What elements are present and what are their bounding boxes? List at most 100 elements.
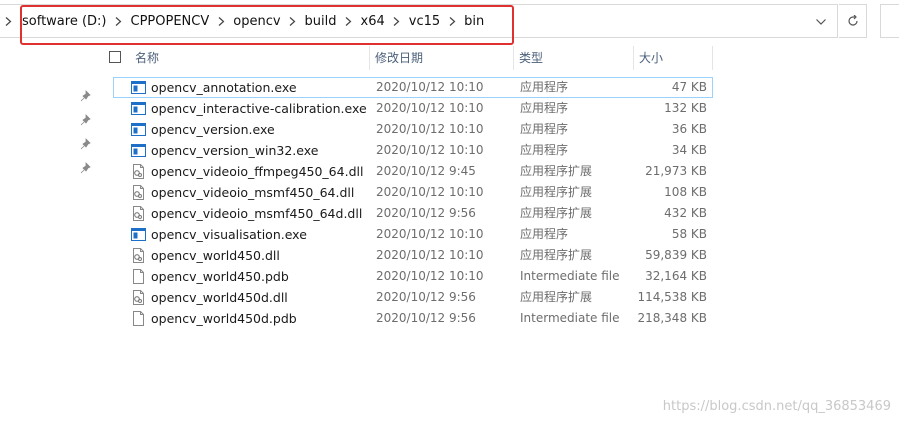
column-divider[interactable] <box>712 46 713 70</box>
file-row[interactable]: opencv_world450.pdb 2020/10/12 10:10 Inter… <box>113 266 713 287</box>
pin-icon[interactable] <box>80 138 92 150</box>
file-type: 应用程序 <box>520 143 569 157</box>
file-modified-date: 2020/10/12 10:10 <box>376 122 484 136</box>
file-name: opencv_videoio_ffmpeg450_64.dll <box>151 164 364 179</box>
file-name: opencv_version.exe <box>151 122 275 137</box>
file-icon <box>131 269 146 284</box>
chevron-right-icon[interactable] <box>113 11 125 31</box>
file-size: 114,538 KB <box>637 290 707 304</box>
exe-icon <box>131 227 146 242</box>
column-header-type[interactable]: 类型 <box>519 46 543 70</box>
chevron-right-icon[interactable] <box>343 11 355 31</box>
dll-icon <box>131 164 146 179</box>
pin-icon[interactable] <box>80 114 92 126</box>
file-modified-date: 2020/10/12 10:10 <box>376 101 484 115</box>
file-size: 218,348 KB <box>637 311 707 325</box>
file-type: 应用程序扩展 <box>520 206 593 220</box>
file-size: 108 KB <box>664 185 707 199</box>
file-modified-date: 2020/10/12 10:10 <box>376 185 484 199</box>
file-size: 59,839 KB <box>645 248 707 262</box>
breadcrumb: software (D:) CPPOPENCV opencv build x64… <box>0 5 490 37</box>
file-modified-date: 2020/10/12 9:45 <box>376 164 476 178</box>
breadcrumb-item-build[interactable]: build <box>299 14 343 29</box>
file-type: 应用程序 <box>520 227 569 241</box>
file-row[interactable]: opencv_world450.dll 2020/10/12 10:10 应用程序扩… <box>113 245 713 266</box>
file-type: 应用程序扩展 <box>520 248 593 262</box>
breadcrumb-item-x64[interactable]: x64 <box>355 14 391 29</box>
file-name: opencv_annotation.exe <box>151 80 297 95</box>
dll-icon <box>131 185 146 200</box>
file-type: 应用程序 <box>520 80 569 94</box>
breadcrumb-item-bin[interactable]: bin <box>458 14 490 29</box>
file-type: 应用程序扩展 <box>520 290 593 304</box>
refresh-button[interactable] <box>839 4 867 38</box>
watermark: https://blog.csdn.net/qq_36853469 <box>662 399 891 414</box>
file-row[interactable]: opencv_version_win32.exe 2020/10/12 10:10… <box>113 140 713 161</box>
column-divider[interactable] <box>513 46 514 70</box>
file-row[interactable]: opencv_videoio_ffmpeg450_64.dll 2020/10/1… <box>113 161 713 182</box>
search-input[interactable] <box>880 4 899 38</box>
file-size: 58 KB <box>671 227 707 241</box>
file-row[interactable]: opencv_version.exe 2020/10/12 10:10 应用程序 36… <box>113 119 713 140</box>
address-bar[interactable]: software (D:) CPPOPENCV opencv build x64… <box>0 4 838 38</box>
file-row[interactable]: opencv_interactive-calibration.exe 2020/1… <box>113 98 713 119</box>
select-all-checkbox[interactable] <box>109 51 121 63</box>
breadcrumb-item-vc15[interactable]: vc15 <box>403 14 446 29</box>
file-type: 应用程序扩展 <box>520 164 593 178</box>
file-modified-date: 2020/10/12 10:10 <box>376 80 484 94</box>
breadcrumb-item-opencv[interactable]: opencv <box>227 14 286 29</box>
chevron-right-icon[interactable] <box>215 11 227 31</box>
file-icon <box>131 311 146 326</box>
file-name: opencv_videoio_msmf450_64.dll <box>151 185 355 200</box>
file-row[interactable]: opencv_world450d.dll 2020/10/12 9:56 应用程序扩… <box>113 287 713 308</box>
exe-icon <box>131 122 146 137</box>
pin-icon[interactable] <box>80 90 92 102</box>
column-divider[interactable] <box>633 46 634 70</box>
file-name: opencv_videoio_msmf450_64d.dll <box>151 206 363 221</box>
column-divider[interactable] <box>369 46 370 70</box>
file-size: 36 KB <box>671 122 707 136</box>
chevron-right-icon[interactable] <box>0 11 16 31</box>
file-modified-date: 2020/10/12 10:10 <box>376 143 484 157</box>
file-name: opencv_version_win32.exe <box>151 143 319 158</box>
exe-icon <box>131 101 146 116</box>
column-header-name[interactable]: 名称 <box>135 46 159 70</box>
file-modified-date: 2020/10/12 10:10 <box>376 269 484 283</box>
file-name: opencv_world450d.dll <box>151 290 288 305</box>
file-name: opencv_world450.dll <box>151 248 280 263</box>
column-header-size[interactable]: 大小 <box>639 46 663 70</box>
dll-icon <box>131 248 146 263</box>
file-modified-date: 2020/10/12 9:56 <box>376 290 476 304</box>
breadcrumb-item-drive[interactable]: software (D:) <box>16 14 113 29</box>
dll-icon <box>131 206 146 221</box>
chevron-right-icon[interactable] <box>446 11 458 31</box>
file-modified-date: 2020/10/12 9:56 <box>376 206 476 220</box>
dll-icon <box>131 290 146 305</box>
file-row[interactable]: opencv_visualisation.exe 2020/10/12 10:10… <box>113 224 713 245</box>
breadcrumb-item-cppopencv[interactable]: CPPOPENCV <box>125 14 216 29</box>
file-list: opencv_annotation.exe 2020/10/12 10:10 应用程… <box>113 77 713 329</box>
file-name: opencv_world450.pdb <box>151 269 289 284</box>
file-row[interactable]: opencv_world450d.pdb 2020/10/12 9:56 Inter… <box>113 308 713 329</box>
file-name: opencv_visualisation.exe <box>151 227 307 242</box>
file-type: 应用程序扩展 <box>520 185 593 199</box>
exe-icon <box>131 143 146 158</box>
chevron-right-icon[interactable] <box>287 11 299 31</box>
file-row[interactable]: opencv_annotation.exe 2020/10/12 10:10 应用程… <box>113 77 713 98</box>
column-header-date[interactable]: 修改日期 <box>375 46 423 70</box>
file-row[interactable]: opencv_videoio_msmf450_64d.dll 2020/10/12… <box>113 203 713 224</box>
pin-icon[interactable] <box>80 162 92 174</box>
file-type: Intermediate file <box>520 269 620 283</box>
file-name: opencv_world450d.pdb <box>151 311 297 326</box>
file-modified-date: 2020/10/12 10:10 <box>376 248 484 262</box>
chevron-down-icon[interactable] <box>810 11 832 33</box>
file-size: 132 KB <box>664 101 707 115</box>
file-size: 34 KB <box>671 143 707 157</box>
file-name: opencv_interactive-calibration.exe <box>151 101 367 116</box>
column-header: 名称 修改日期 类型 大小 <box>103 46 713 70</box>
exe-icon <box>131 80 146 95</box>
file-size: 32,164 KB <box>645 269 707 283</box>
file-row[interactable]: opencv_videoio_msmf450_64.dll 2020/10/12 … <box>113 182 713 203</box>
file-type: 应用程序 <box>520 101 569 115</box>
chevron-right-icon[interactable] <box>391 11 403 31</box>
